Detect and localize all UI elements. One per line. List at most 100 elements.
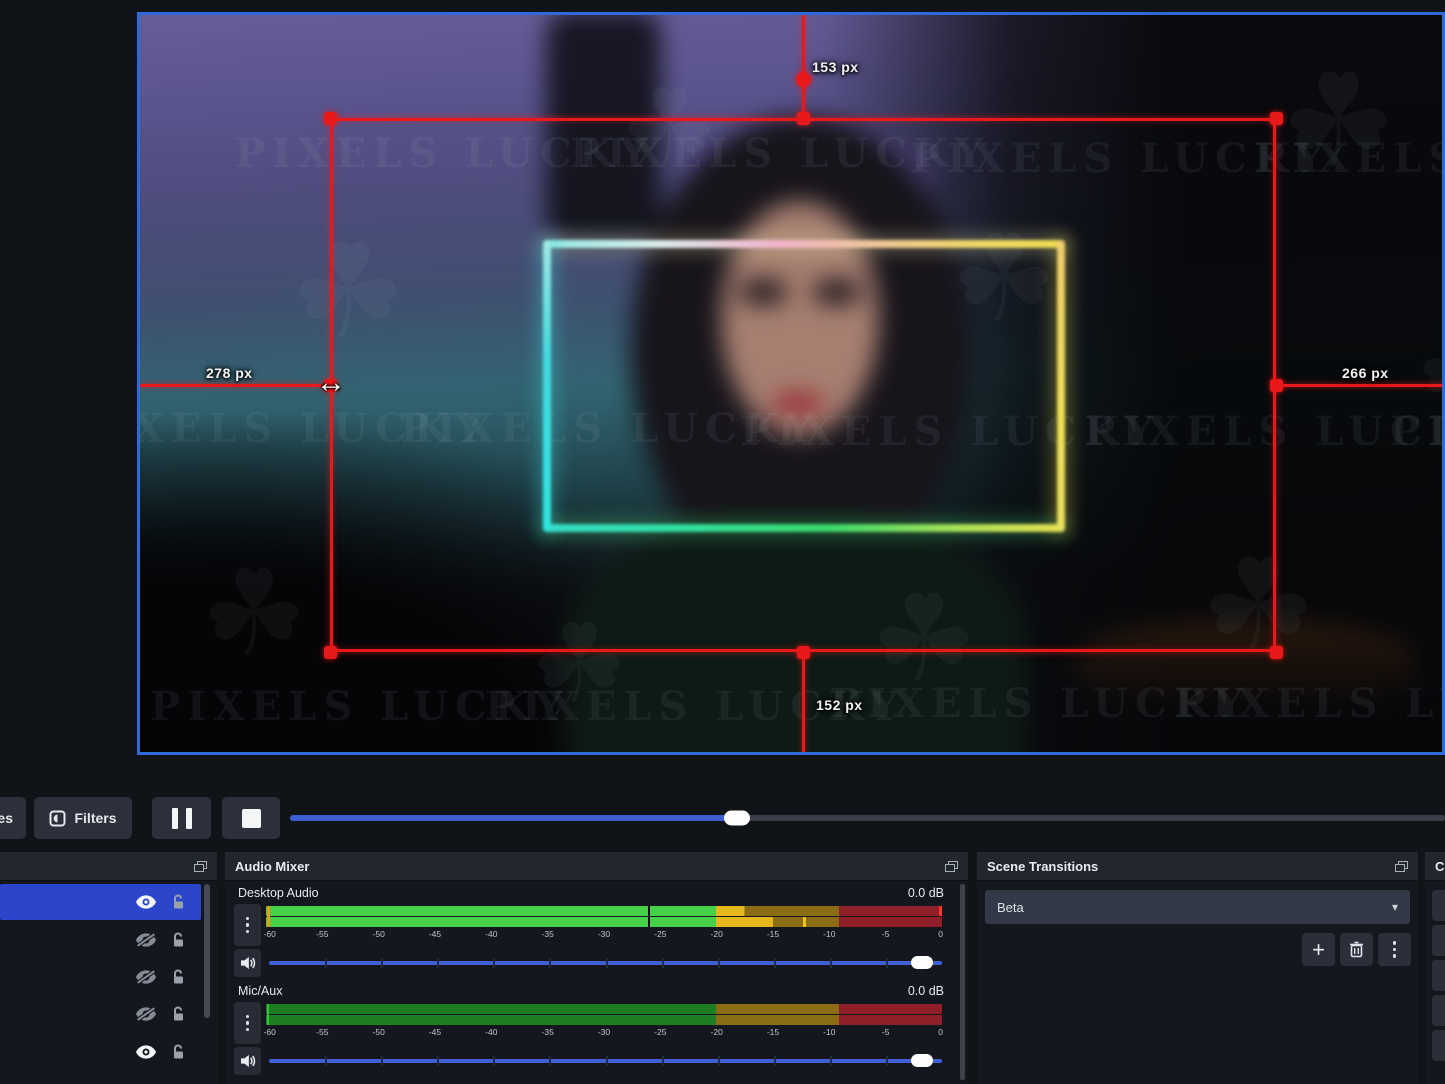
filter-icon [49, 810, 66, 827]
channel-options-button[interactable] [234, 904, 261, 946]
meter-tick-label: -50 [373, 929, 385, 939]
slider-tick [437, 958, 439, 968]
lock-open-icon[interactable] [170, 894, 186, 910]
source-crop-rectangle[interactable] [330, 118, 1276, 652]
panel-popout-icon[interactable] [1395, 861, 1408, 872]
properties-button-label: Properties [0, 810, 13, 826]
volume-slider-handle[interactable] [911, 1054, 933, 1067]
crop-handle-top-right[interactable] [1270, 112, 1283, 125]
app-window: PIXELS LUCKY PIXELS LUCKY PIXELS LUCKY P… [0, 0, 1445, 1084]
transition-options-button[interactable] [1378, 933, 1411, 966]
filters-button[interactable]: Filters [34, 797, 132, 839]
meter-bar-left-channel [266, 1004, 942, 1014]
kebab-dot [1393, 948, 1397, 952]
channel-options-button[interactable] [234, 1002, 261, 1044]
volume-slider[interactable] [269, 955, 942, 971]
meter-gain-tick [267, 1004, 269, 1025]
crop-handle-bottom-left[interactable] [324, 646, 337, 659]
source-row[interactable] [0, 1034, 201, 1070]
panel-popout-icon[interactable] [194, 861, 207, 872]
properties-button[interactable]: Properties [0, 797, 26, 839]
pause-button[interactable] [152, 797, 211, 839]
mute-speaker-button[interactable] [234, 1047, 261, 1075]
media-seek-handle[interactable] [724, 811, 750, 826]
meter-bar-right-channel [266, 1015, 942, 1025]
meter-tick-label: -55 [316, 929, 328, 939]
shamrock-icon: ☘ [1280, 45, 1397, 197]
crop-handle-bottom-right[interactable] [1270, 646, 1283, 659]
slider-tick [325, 1056, 327, 1066]
sources-scrollbar[interactable] [204, 884, 210, 1018]
slider-tick [549, 1056, 551, 1066]
visibility-eye-slash-icon[interactable] [136, 970, 156, 984]
stop-button[interactable] [222, 797, 280, 839]
chevron-down-icon: ▾ [1392, 900, 1398, 914]
controls-button[interactable] [1432, 960, 1445, 991]
volume-slider-handle[interactable] [911, 956, 933, 969]
measure-line-left [140, 384, 330, 387]
add-transition-button[interactable]: + [1302, 933, 1335, 966]
pause-icon [172, 808, 178, 829]
slider-tick [549, 958, 551, 968]
slider-tick [774, 1056, 776, 1066]
controls-panel-header: Controls [1425, 852, 1445, 881]
meter-tick-label: -40 [485, 929, 497, 939]
mute-speaker-button[interactable] [234, 949, 261, 977]
lock-open-icon[interactable] [170, 969, 186, 985]
meter-tick-label: -5 [882, 1027, 890, 1037]
source-row-selected[interactable] [0, 884, 201, 920]
panel-popout-icon[interactable] [945, 861, 958, 872]
meter-scale: -60 -55 -50 -45 -40 -35 -30 -25 -20 -15 … [266, 929, 942, 941]
visibility-eye-slash-icon[interactable] [136, 933, 156, 947]
source-row[interactable] [0, 996, 201, 1032]
meter-bar-left-channel [266, 906, 942, 916]
volume-slider[interactable] [269, 1053, 942, 1069]
horizontal-resize-cursor-icon: ↔ [316, 368, 346, 398]
visibility-eye-icon[interactable] [136, 1045, 156, 1059]
media-seek-slider[interactable] [290, 815, 1445, 821]
crop-handle-top-left[interactable] [324, 112, 337, 125]
slider-tick [718, 1056, 720, 1066]
kebab-dot [246, 930, 250, 934]
channel-name: Desktop Audio [238, 886, 319, 900]
lock-open-icon[interactable] [170, 1044, 186, 1060]
scene-transitions-title: Scene Transitions [987, 859, 1098, 874]
measure-dot-top [796, 72, 811, 87]
slider-tick [886, 958, 888, 968]
meter-peak-tick-yellow [803, 917, 806, 927]
transition-selected-value: Beta [997, 900, 1024, 915]
lock-open-icon[interactable] [170, 1006, 186, 1022]
mixer-scrollbar[interactable] [960, 884, 965, 1080]
visibility-eye-slash-icon[interactable] [136, 1007, 156, 1021]
channel-db-value: 0.0 dB [908, 886, 944, 900]
source-row[interactable] [0, 959, 201, 995]
meter-tick-label: -35 [542, 1027, 554, 1037]
crop-measurement-top: 153 px [812, 59, 859, 75]
kebab-dot [246, 917, 250, 921]
remove-transition-button[interactable] [1340, 933, 1373, 966]
preview-canvas[interactable]: PIXELS LUCKY PIXELS LUCKY PIXELS LUCKY P… [137, 12, 1445, 755]
meter-tick-label: -40 [485, 1027, 497, 1037]
kebab-dot [1393, 954, 1397, 958]
meter-tick-label: -60 [264, 929, 276, 939]
meter-tick-label: -35 [542, 929, 554, 939]
meter-tick-label: -20 [711, 929, 723, 939]
source-row[interactable] [0, 922, 201, 958]
visibility-eye-icon[interactable] [136, 895, 156, 909]
transition-select[interactable]: Beta ▾ [985, 890, 1410, 924]
slider-tick [774, 958, 776, 968]
slider-tick [718, 958, 720, 968]
crop-measurement-bottom: 152 px [816, 697, 863, 713]
controls-button[interactable] [1432, 995, 1445, 1026]
lock-open-icon[interactable] [170, 932, 186, 948]
controls-button[interactable] [1432, 890, 1445, 921]
slider-tick [493, 958, 495, 968]
controls-button[interactable] [1432, 925, 1445, 956]
sources-panel [0, 852, 217, 1084]
channel-db-value: 0.0 dB [908, 984, 944, 998]
volume-meter [266, 1004, 942, 1025]
controls-button[interactable] [1432, 1030, 1445, 1061]
media-seek-fill [290, 815, 737, 821]
meter-tick-label: -15 [767, 929, 779, 939]
meter-tick-label: -55 [316, 1027, 328, 1037]
